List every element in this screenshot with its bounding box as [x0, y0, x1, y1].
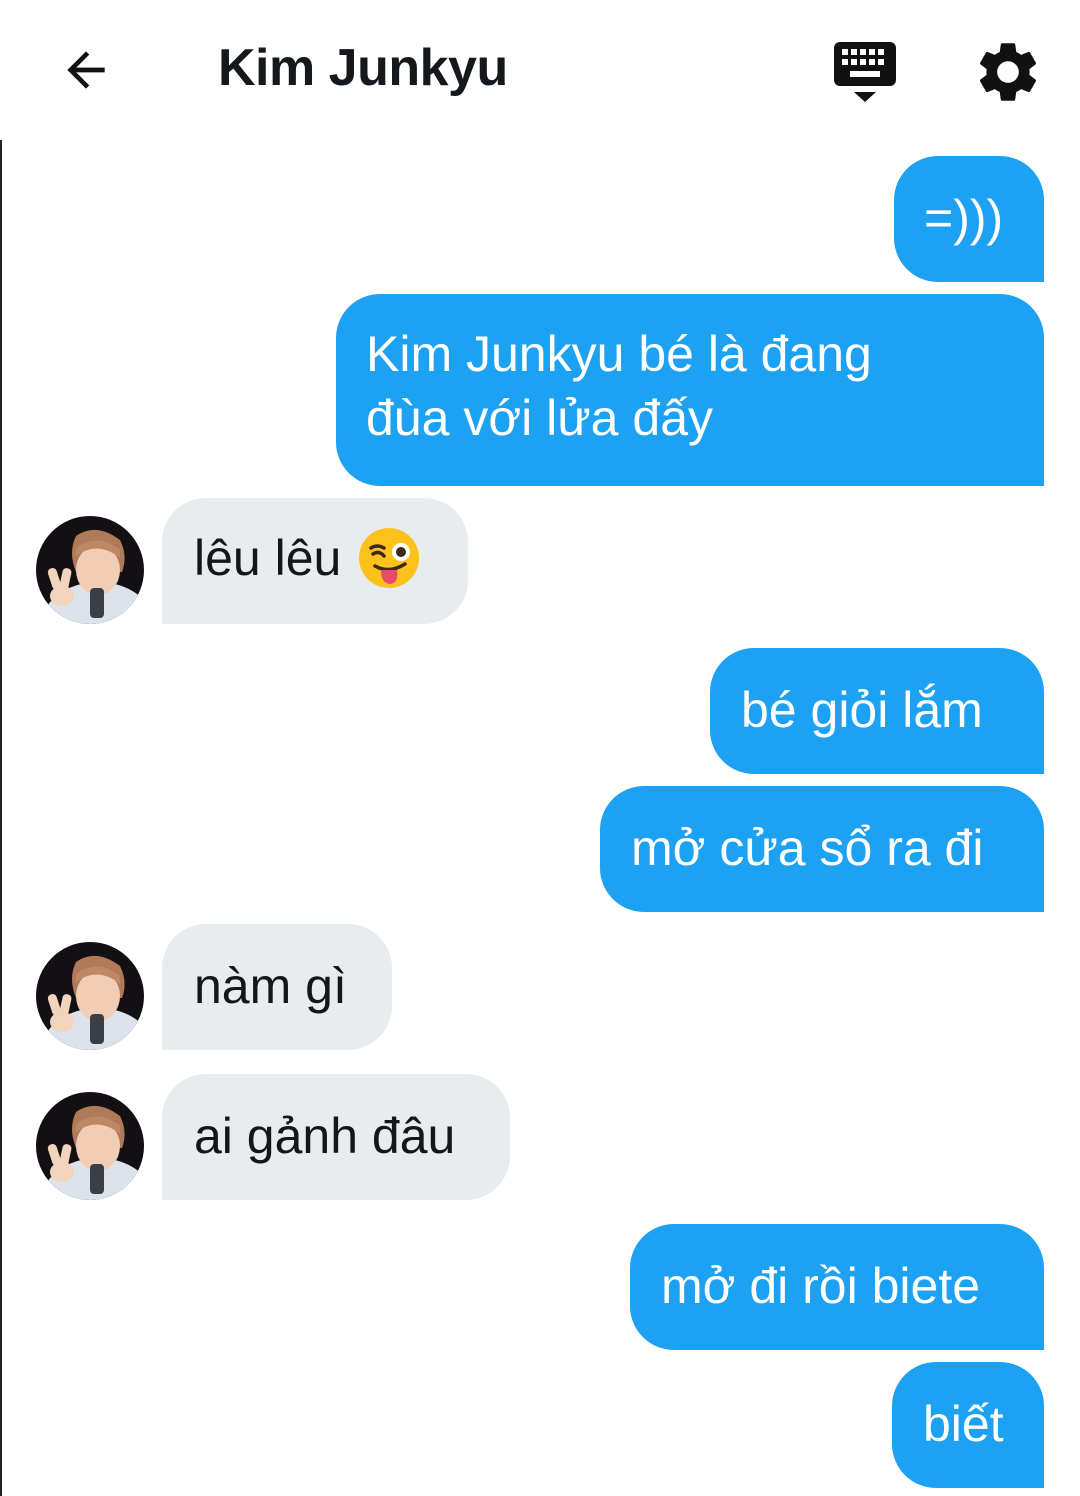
message-text: nàm gì: [194, 958, 347, 1014]
message-text: mở đi rồi biete: [661, 1258, 981, 1314]
message-text: =))): [924, 190, 1004, 246]
message-bubble-outgoing[interactable]: =))): [894, 156, 1044, 282]
message-text: biết: [923, 1396, 1004, 1452]
avatar[interactable]: [36, 516, 144, 624]
message-text-line: đùa với lửa đấy: [366, 390, 713, 446]
message-text: ai gảnh đâu: [194, 1108, 456, 1164]
message-bubble-incoming[interactable]: nàm gì: [162, 924, 392, 1050]
message-bubble-outgoing[interactable]: mở cửa sổ ra đi: [600, 786, 1044, 912]
message-bubble-outgoing[interactable]: bé giỏi lắm: [710, 648, 1044, 774]
message-text: bé giỏi lắm: [741, 682, 983, 738]
contact-photo: [36, 516, 144, 624]
winking-face-with-tongue-emoji: [359, 527, 420, 588]
message-bubble-incoming[interactable]: lêu lêu: [162, 498, 468, 624]
avatar[interactable]: [36, 942, 144, 1050]
avatar[interactable]: [36, 1092, 144, 1200]
message-bubble-outgoing[interactable]: mở đi rồi biete: [630, 1224, 1044, 1350]
message-text: mở cửa sổ ra đi: [631, 820, 984, 876]
contact-photo: [36, 1092, 144, 1200]
message-list[interactable]: =))) Kim Junkyu bé là đang đùa với lửa đ…: [0, 0, 1080, 1496]
message-text: lêu lêu: [194, 530, 342, 586]
message-text-line: Kim Junkyu bé là đang: [366, 326, 872, 382]
contact-photo: [36, 942, 144, 1050]
message-bubble-outgoing[interactable]: biết: [892, 1362, 1044, 1488]
message-bubble-outgoing[interactable]: Kim Junkyu bé là đang đùa với lửa đấy: [336, 294, 1044, 486]
message-bubble-incoming[interactable]: ai gảnh đâu: [162, 1074, 510, 1200]
